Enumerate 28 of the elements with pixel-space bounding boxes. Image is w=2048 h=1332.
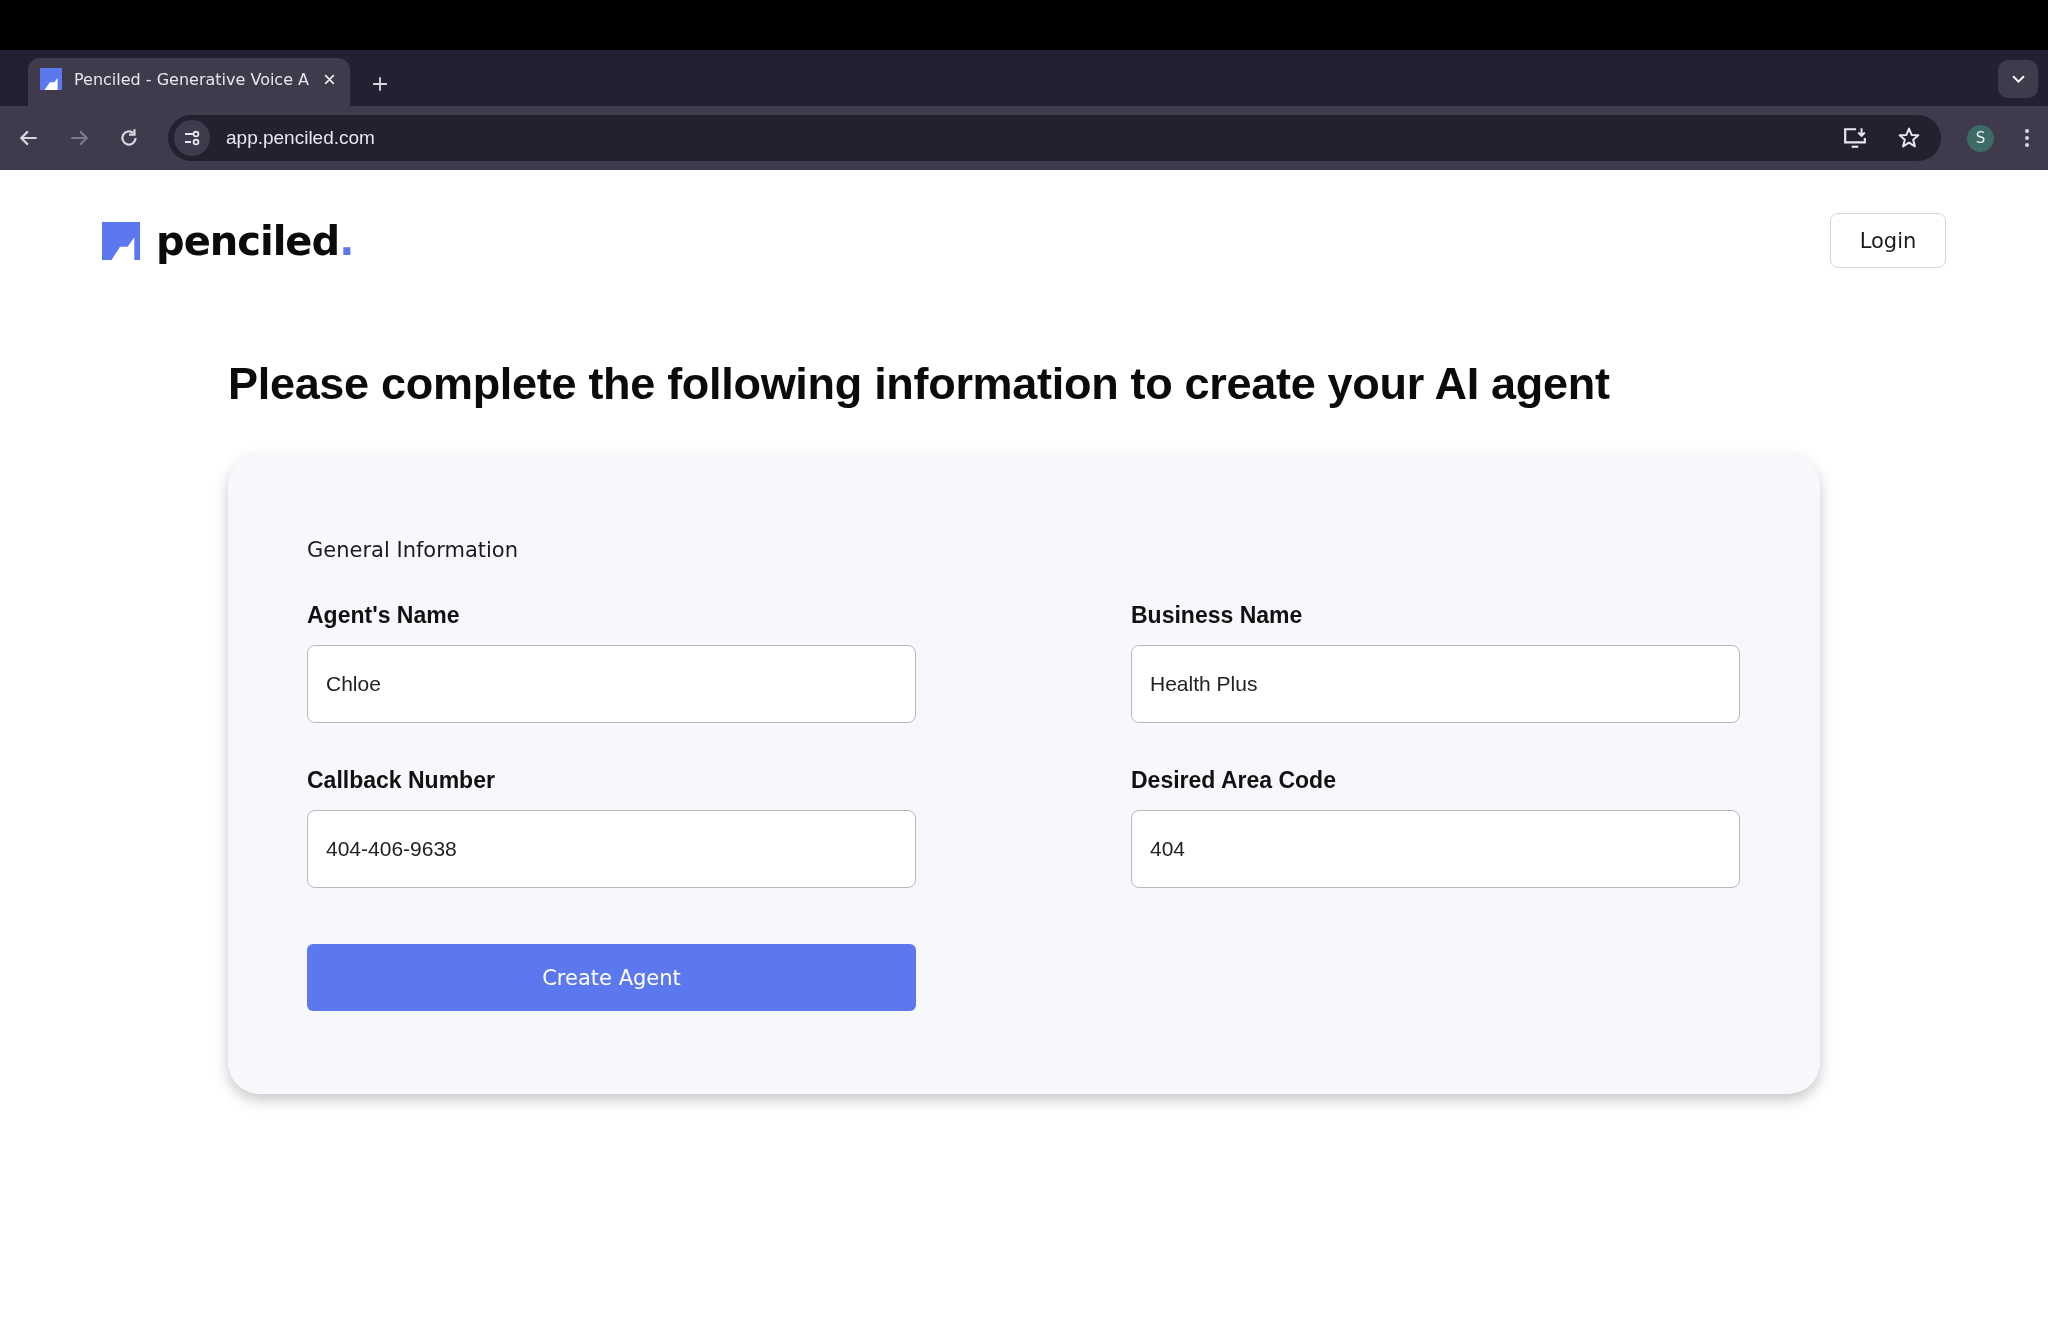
address-bar[interactable]: app.penciled.com <box>168 115 1941 161</box>
star-icon[interactable] <box>1897 127 1921 149</box>
login-button[interactable]: Login <box>1830 213 1946 268</box>
chevron-down-icon <box>2011 74 2025 84</box>
site-settings-icon[interactable] <box>174 120 210 156</box>
new-tab-icon[interactable] <box>372 76 388 92</box>
reload-icon[interactable] <box>118 127 140 149</box>
logo-icon <box>40 68 62 90</box>
input-field[interactable]: 404 <box>1131 810 1740 888</box>
section-title: General Information <box>307 538 519 562</box>
logo-text: penciled <box>156 217 340 264</box>
logo-dot: . <box>339 217 355 264</box>
install-app-icon[interactable] <box>1843 127 1867 149</box>
input-field[interactable]: Chloe <box>307 645 916 723</box>
field-label: Agent's Name <box>307 602 461 629</box>
browser-tab[interactable]: Penciled - Generative Voice A <box>28 58 350 106</box>
field-label: Callback Number <box>307 767 496 794</box>
input-field[interactable]: Health Plus <box>1131 645 1740 723</box>
profile-avatar[interactable]: S <box>1967 124 1994 152</box>
tab-search-button[interactable] <box>1998 60 2038 98</box>
logo-icon <box>102 221 140 260</box>
input-field[interactable]: 404-406-9638 <box>307 810 916 888</box>
field-label: Business Name <box>1131 602 1304 629</box>
page-heading: Please complete the following information to create your AI agent <box>228 358 1611 410</box>
close-icon[interactable] <box>323 72 336 86</box>
more-options-icon[interactable] <box>2024 128 2030 148</box>
create-agent-button[interactable]: Create Agent <box>307 944 916 1011</box>
field-label: Desired Area Code <box>1131 767 1337 794</box>
